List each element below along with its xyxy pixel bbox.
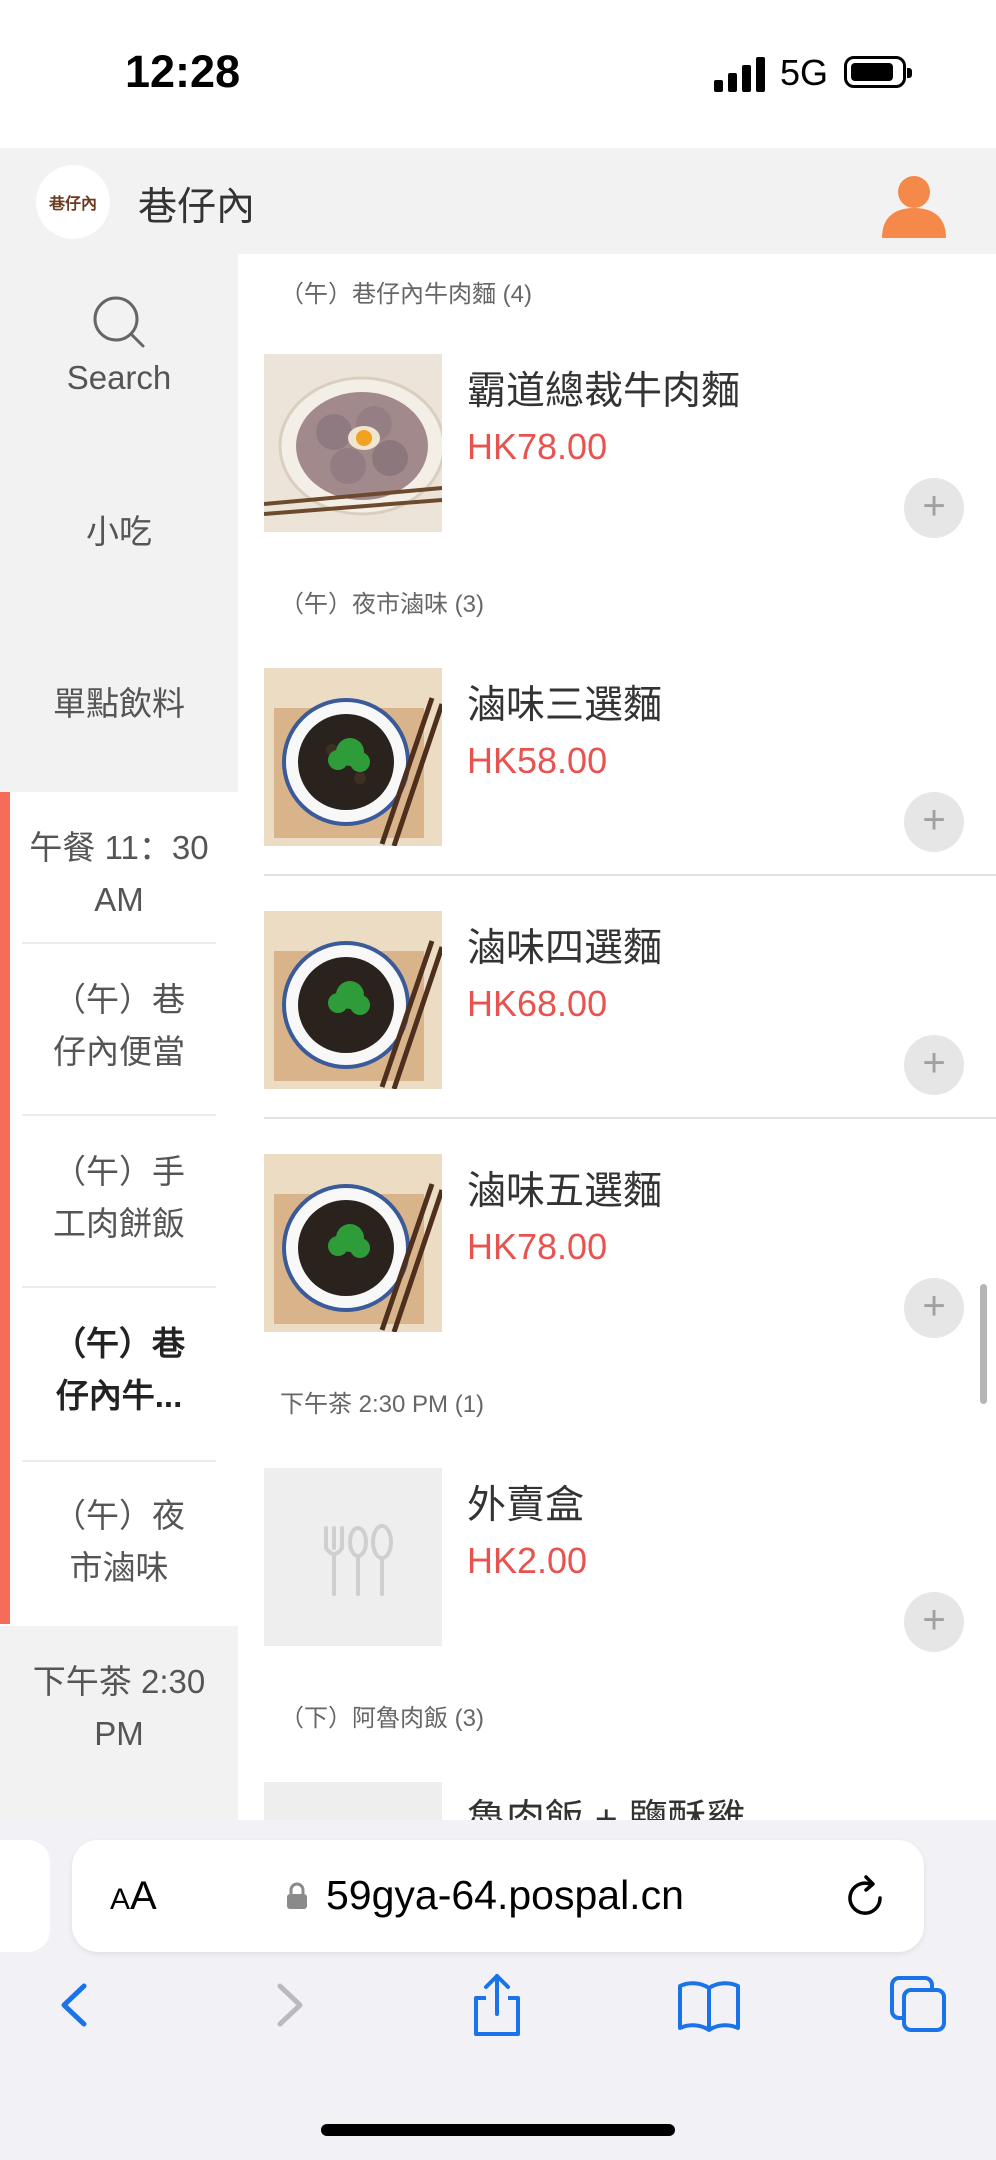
product-name[interactable]: 滷味五選麵 <box>467 1160 662 1216</box>
previous-tab-preview[interactable] <box>0 1840 50 1952</box>
user-icon[interactable] <box>878 168 950 240</box>
product-name[interactable]: 滷味三選麵 <box>467 674 662 730</box>
product-list: （午）巷仔內牛肉麵 (4) 霸道總裁牛肉麵 HK78.00 + （午）夜市滷味 … <box>238 254 996 1820</box>
section-title: （午）巷仔內牛肉麵 (4) <box>280 281 532 308</box>
sidebar-item-label: PM <box>94 1715 144 1752</box>
product-image[interactable] <box>264 354 442 532</box>
signal-icon <box>714 56 766 92</box>
sidebar-item-label: 工肉餅飯 <box>53 1205 185 1242</box>
product-price: HK68.00 <box>467 983 608 1024</box>
address-bar[interactable]: AA 59gya-64.pospal.cn <box>72 1840 924 1952</box>
reload-icon[interactable] <box>840 1872 890 1922</box>
sidebar-divider <box>22 1114 216 1116</box>
search-icon <box>93 296 145 348</box>
store-name: 巷仔內 <box>138 186 256 229</box>
sidebar-divider <box>22 1460 216 1462</box>
sidebar-item-label: （午）巷 <box>53 1325 185 1362</box>
add-to-cart-button[interactable]: + <box>904 1035 964 1095</box>
category-sidebar: Search 小吃 單點飲料 午餐 11：30 AM （午）巷 仔內便當 （午）… <box>0 254 238 1820</box>
sidebar-item-label: 午餐 11：30 <box>29 829 209 866</box>
status-bar: 12:28 5G <box>0 0 996 148</box>
sidebar-item-label: 仔內牛... <box>55 1377 183 1414</box>
tabs-icon[interactable] <box>884 1970 954 2040</box>
sidebar-item-beef-noodle[interactable]: （午）巷 仔內牛... <box>0 1318 238 1422</box>
sidebar-item-label: （午）夜 <box>53 1497 185 1534</box>
sidebar-divider <box>22 1286 216 1288</box>
product-name[interactable]: 外賣盒 <box>467 1474 584 1530</box>
beef-noodle-image <box>264 354 442 532</box>
product-divider <box>264 1117 996 1119</box>
sidebar-item-label: 下午茶 2:30 <box>32 1663 206 1700</box>
add-to-cart-button[interactable]: + <box>904 478 964 538</box>
cutlery-placeholder-icon <box>264 1468 442 1646</box>
sidebar-item-meat-patty-rice[interactable]: （午）手 工肉餅飯 <box>0 1146 238 1250</box>
sidebar-item-night-market[interactable]: （午）夜 市滷味 <box>0 1490 238 1594</box>
braised-noodle-image <box>264 1154 442 1332</box>
sidebar-item-drinks[interactable]: 單點飲料 <box>0 678 238 730</box>
product-image[interactable] <box>264 1468 442 1646</box>
status-time: 12:28 <box>125 46 241 97</box>
scrollbar[interactable] <box>980 1284 987 1404</box>
sidebar-item-label: （午）巷 <box>53 981 185 1018</box>
section-title: 下午茶 2:30 PM (1) <box>280 1391 485 1418</box>
product-image[interactable] <box>264 1154 442 1332</box>
product-price: HK78.00 <box>467 426 608 467</box>
home-indicator <box>321 2124 675 2136</box>
url-text[interactable]: 59gya-64.pospal.cn <box>326 1872 684 1919</box>
sidebar-item-label: 市滷味 <box>69 1549 169 1586</box>
product-image[interactable] <box>264 668 442 846</box>
reader-settings-button[interactable]: AA <box>110 1874 157 1919</box>
share-icon[interactable] <box>462 1970 532 2040</box>
sidebar-item-label: 仔內便當 <box>53 1033 185 1070</box>
sidebar-item-bento[interactable]: （午）巷 仔內便當 <box>0 974 238 1078</box>
add-to-cart-button[interactable]: + <box>904 792 964 852</box>
sidebar-divider <box>22 942 216 944</box>
section-title: （下）阿魯肉飯 (3) <box>280 1705 484 1732</box>
forward-icon[interactable] <box>254 1970 324 2040</box>
product-name[interactable]: 魯肉飯 + 鹽酥雞 <box>467 1788 745 1820</box>
store-header: 巷仔內 巷仔內 <box>0 148 996 254</box>
sidebar-item-snacks[interactable]: 小吃 <box>0 506 238 558</box>
add-to-cart-button[interactable]: + <box>904 1278 964 1338</box>
add-to-cart-button[interactable]: + <box>904 1592 964 1652</box>
product-name[interactable]: 霸道總裁牛肉麵 <box>467 360 740 416</box>
browser-toolbar: AA 59gya-64.pospal.cn <box>0 1820 996 2160</box>
aa-small: A <box>110 1883 131 1916</box>
sidebar-item-lunch[interactable]: 午餐 11：30 AM <box>0 822 238 926</box>
product-price: HK78.00 <box>467 1226 608 1267</box>
bookmarks-icon[interactable] <box>674 1970 744 2040</box>
section-title: （午）夜市滷味 (3) <box>280 591 484 618</box>
battery-icon <box>844 56 912 88</box>
back-icon[interactable] <box>40 1970 110 2040</box>
selected-group-indicator <box>0 792 10 1624</box>
product-image[interactable] <box>264 1782 442 1820</box>
sidebar-search[interactable]: Search <box>0 294 238 404</box>
sidebar-item-label: （午）手 <box>53 1153 185 1190</box>
product-price: HK2.00 <box>467 1540 588 1581</box>
product-price: HK58.00 <box>467 740 608 781</box>
braised-noodle-image <box>264 668 442 846</box>
sidebar-item-label: AM <box>94 881 144 918</box>
product-image[interactable] <box>264 911 442 1089</box>
store-logo: 巷仔內 <box>36 165 110 239</box>
sidebar-item-afternoon-tea[interactable]: 下午茶 2:30 PM <box>0 1656 238 1760</box>
search-label: Search <box>66 359 172 396</box>
braised-noodle-image <box>264 911 442 1089</box>
network-label: 5G <box>780 52 829 93</box>
lock-icon <box>287 1882 307 1909</box>
product-name[interactable]: 滷味四選麵 <box>467 917 662 973</box>
product-divider <box>264 874 996 876</box>
aa-large: A <box>130 1874 157 1918</box>
